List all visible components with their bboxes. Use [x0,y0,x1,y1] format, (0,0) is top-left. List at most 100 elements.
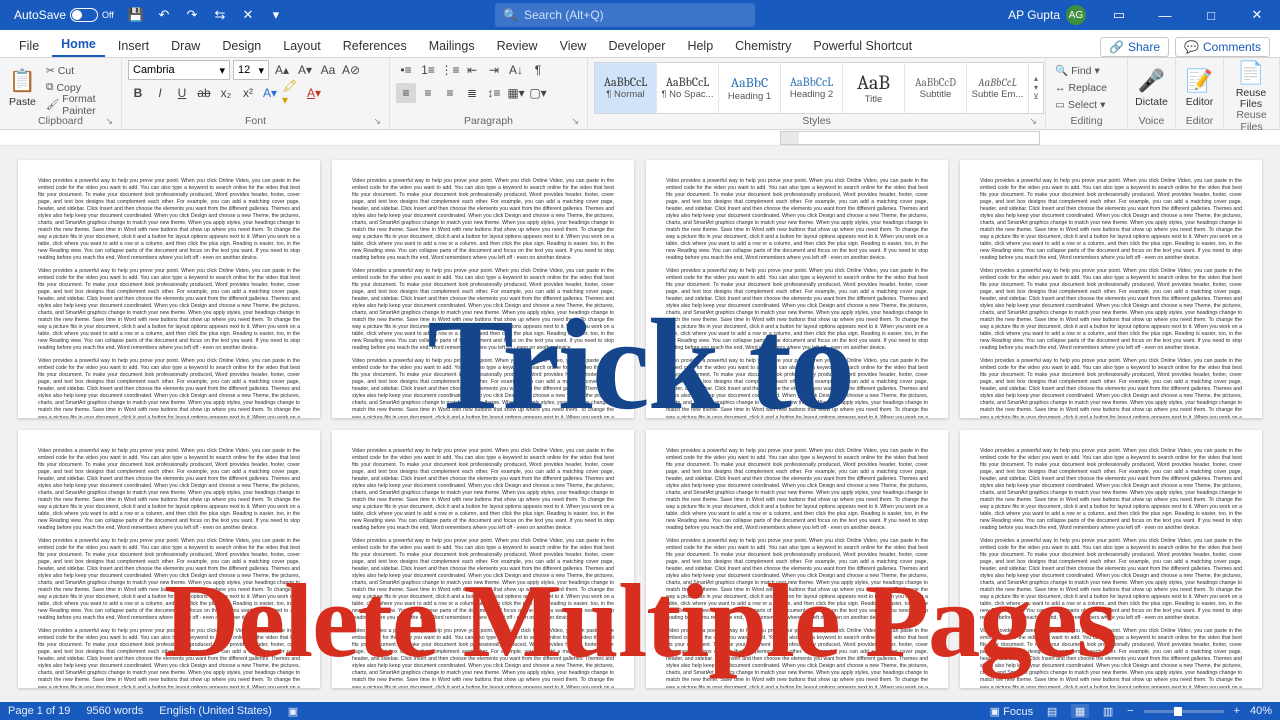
outdent-icon[interactable]: ⇤ [462,60,482,80]
page-thumbnail[interactable]: Video provides a powerful way to help yo… [18,430,320,688]
select-button[interactable]: ▭Select ▾ [1052,97,1110,113]
page-thumbnail[interactable]: Video provides a powerful way to help yo… [18,160,320,418]
tab-file[interactable]: File [10,35,48,57]
dialog-launcher-icon[interactable]: ↘ [571,116,579,127]
strike-icon[interactable]: ab [194,83,214,103]
style-heading2[interactable]: AaBbCcLHeading 2 [781,63,843,113]
style-subtitle[interactable]: AaBbCcDSubtitle [905,63,967,113]
status-language[interactable]: English (United States) [159,705,272,717]
tab-chemistry[interactable]: Chemistry [726,35,800,57]
align-right-icon[interactable]: ≡ [440,83,460,103]
qat-dropdown-icon[interactable]: ▾ [264,0,288,30]
zoom-slider[interactable] [1144,710,1224,713]
dialog-launcher-icon[interactable]: ↘ [1029,116,1037,127]
minimize-icon[interactable]: — [1142,0,1188,30]
tab-powerful-shortcut[interactable]: Powerful Shortcut [804,35,921,57]
styles-expand-icon[interactable]: ⊻ [1033,92,1039,101]
grow-font-icon[interactable]: A▴ [272,60,292,80]
style-gallery[interactable]: AaBbCcL¶ Normal AaBbCcL¶ No Spac... AaBb… [594,62,1044,114]
undo-icon[interactable]: ↶ [152,0,176,30]
close-doc-icon[interactable]: ✕ [236,0,260,30]
autosave-toggle[interactable]: AutoSave Off [8,8,120,22]
tab-help[interactable]: Help [678,35,722,57]
cut-button[interactable]: ✂Cut [43,63,115,79]
borders-icon[interactable]: ▢▾ [528,83,548,103]
search-input[interactable]: 🔍 Search (Alt+Q) [495,3,755,27]
reuse-files-button[interactable]: 📄Reuse Files [1230,60,1272,109]
bold-icon[interactable]: B [128,83,148,103]
superscript-icon[interactable]: x² [238,83,258,103]
bullets-icon[interactable]: •≡ [396,60,416,80]
maximize-icon[interactable]: □ [1188,0,1234,30]
account-button[interactable]: AP Gupta AG [998,5,1096,25]
ribbon-mode-icon[interactable]: ▭ [1096,0,1142,30]
document-canvas[interactable]: Video provides a powerful way to help yo… [0,146,1280,702]
focus-mode-button[interactable]: ▣ Focus [990,705,1033,718]
page-thumbnail[interactable]: Video provides a powerful way to help yo… [960,430,1262,688]
styles-up-icon[interactable]: ▴ [1034,74,1038,83]
text-effects-icon[interactable]: A▾ [260,83,280,103]
numbering-icon[interactable]: 1≡ [418,60,438,80]
change-case-icon[interactable]: Aa [318,60,338,80]
share-button[interactable]: 🔗 Share [1100,37,1169,57]
comments-button[interactable]: 💬 Comments [1175,37,1270,57]
replace-button[interactable]: ↔Replace [1052,80,1110,96]
italic-icon[interactable]: I [150,83,170,103]
status-page[interactable]: Page 1 of 19 [8,705,70,717]
close-icon[interactable]: ✕ [1234,0,1280,30]
tab-insert[interactable]: Insert [109,35,158,57]
tab-layout[interactable]: Layout [274,35,330,57]
web-layout-icon[interactable]: ▥ [1099,704,1117,718]
styles-down-icon[interactable]: ▾ [1034,83,1038,92]
tab-developer[interactable]: Developer [599,35,674,57]
font-size-select[interactable]: 12▾ [233,60,269,80]
shading-icon[interactable]: ▦▾ [506,83,526,103]
tab-design[interactable]: Design [213,35,270,57]
page-thumbnail[interactable]: Video provides a powerful way to help yo… [960,160,1262,418]
font-name-select[interactable]: Cambria▾ [128,60,230,80]
redo-icon[interactable]: ↷ [180,0,204,30]
tab-references[interactable]: References [334,35,416,57]
justify-icon[interactable]: ≣ [462,83,482,103]
align-left-icon[interactable]: ≡ [396,83,416,103]
status-words[interactable]: 9560 words [86,705,143,717]
clear-format-icon[interactable]: A⊘ [341,60,361,80]
print-layout-icon[interactable]: ▦ [1071,704,1089,718]
tree-icon[interactable]: ⇆ [208,0,232,30]
format-painter-button[interactable]: 🖌Format Painter [43,97,115,113]
underline-icon[interactable]: U [172,83,192,103]
shrink-font-icon[interactable]: A▾ [295,60,315,80]
style-nospacing[interactable]: AaBbCcL¶ No Spac... [657,63,719,113]
zoom-out-icon[interactable]: − [1127,705,1133,717]
subscript-icon[interactable]: x₂ [216,83,236,103]
editor-button[interactable]: 📝Editor [1182,68,1217,108]
line-spacing-icon[interactable]: ↕≡ [484,83,504,103]
dictate-button[interactable]: 🎤Dictate [1134,68,1169,108]
tab-review[interactable]: Review [488,35,547,57]
read-mode-icon[interactable]: ▤ [1043,704,1061,718]
multilevel-icon[interactable]: ⋮≡ [440,60,460,80]
page-thumbnail[interactable]: Video provides a powerful way to help yo… [332,160,634,418]
page-thumbnail[interactable]: Video provides a powerful way to help yo… [646,160,948,418]
font-color-icon[interactable]: A▾ [304,83,324,103]
tab-home[interactable]: Home [52,33,105,57]
find-button[interactable]: 🔍Find ▾ [1052,63,1110,79]
horizontal-ruler[interactable] [780,131,1040,145]
tab-mailings[interactable]: Mailings [420,35,484,57]
style-title[interactable]: AaBTitle [843,63,905,113]
tab-view[interactable]: View [551,35,596,57]
zoom-level[interactable]: 40% [1250,705,1272,717]
macro-icon[interactable]: ▣ [288,705,298,718]
align-center-icon[interactable]: ≡ [418,83,438,103]
paste-button[interactable]: 📋 Paste [6,68,39,108]
style-subtle-em[interactable]: AaBbCcLSubtle Em... [967,63,1029,113]
zoom-in-icon[interactable]: + [1234,705,1240,717]
indent-icon[interactable]: ⇥ [484,60,504,80]
style-heading1[interactable]: AaBbCHeading 1 [719,63,781,113]
tab-draw[interactable]: Draw [162,35,209,57]
page-thumbnail[interactable]: Video provides a powerful way to help yo… [646,430,948,688]
page-thumbnail[interactable]: Video provides a powerful way to help yo… [332,430,634,688]
dialog-launcher-icon[interactable]: ↘ [373,116,381,127]
sort-icon[interactable]: A↓ [506,60,526,80]
show-marks-icon[interactable]: ¶ [528,60,548,80]
